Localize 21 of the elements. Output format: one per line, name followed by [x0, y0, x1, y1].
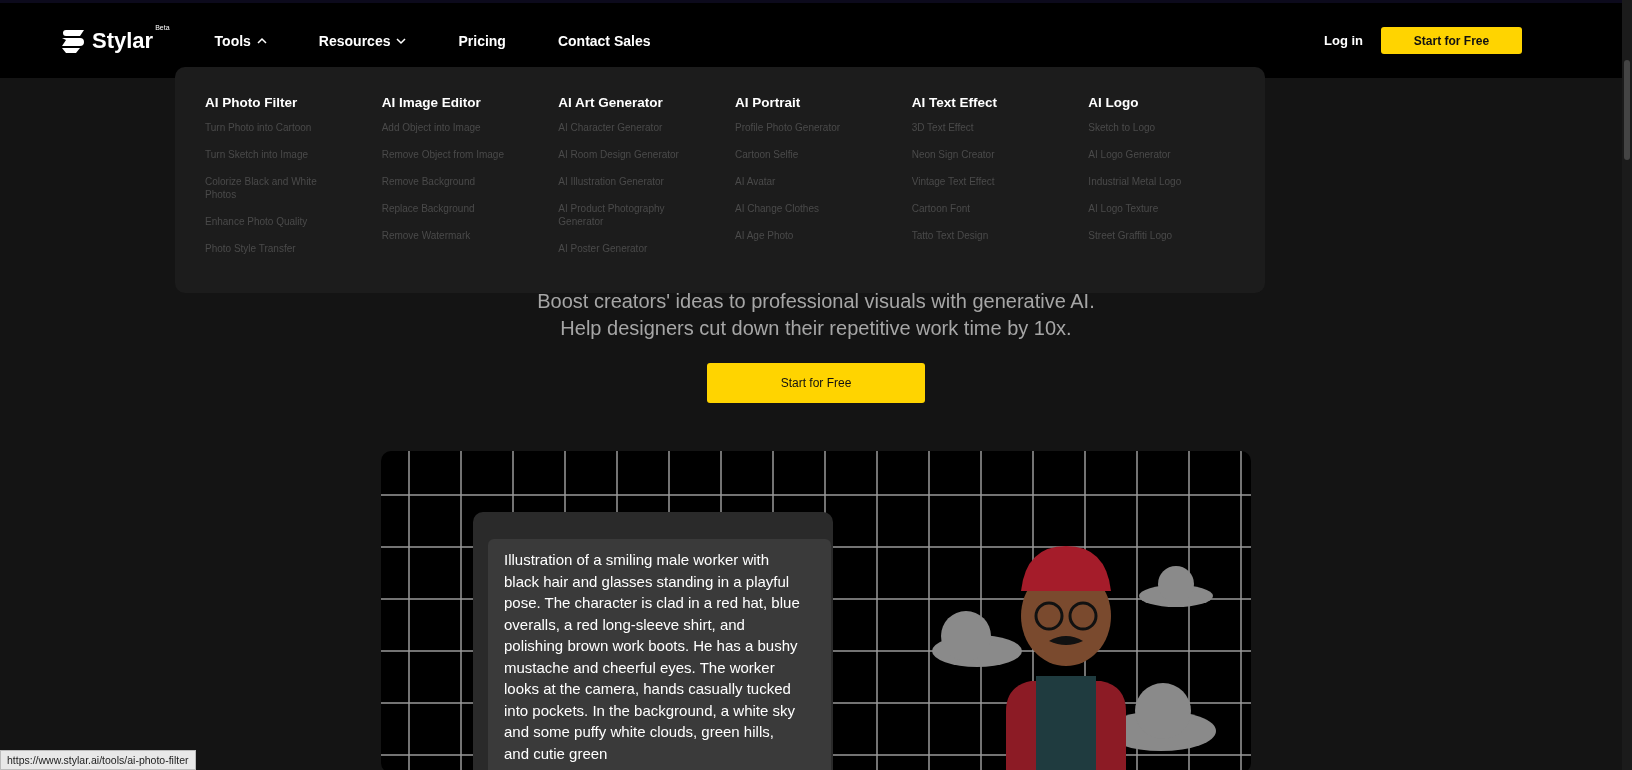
menu-heading[interactable]: AI Image Editor: [381, 95, 559, 110]
logo-text[interactable]: Stylar: [92, 27, 154, 54]
nav-link[interactable]: Tools: [214, 32, 267, 49]
menu-heading[interactable]: AI Photo Filter: [205, 95, 382, 110]
scrollbar[interactable]: [1622, 0, 1632, 770]
logo-icon[interactable]: [60, 27, 86, 54]
menu-heading[interactable]: AI Portrait: [735, 95, 912, 110]
start-button[interactable]: Start for Free: [707, 363, 925, 403]
nav-link[interactable]: Resources: [318, 32, 407, 49]
nav-link[interactable]: Contact Sales: [557, 32, 651, 49]
prompt-text: Illustration of a smiling male worker with black hair and glasses standing in a playful pose. The character is clad in a red hat, blue overalls, a red long-sleeve shirt, and polishing brown work boots. He has a bushy mustache and cheerful eyes. The worker looks at the camera, hands casually tucked into pockets. In the background, a white sky and some puffy white clouds, green hills, and cutie green: [488, 539, 831, 770]
status-url: https://www.stylar.ai/tools/ai-photo-filter: [0, 750, 196, 770]
menu-heading[interactable]: AI Logo: [1088, 95, 1266, 110]
menu-heading[interactable]: AI Text Effect: [911, 95, 1089, 110]
scrollbar-thumb[interactable]: [1624, 60, 1630, 160]
login-link[interactable]: Log in: [1324, 33, 1363, 48]
start-button[interactable]: Start for Free: [1381, 27, 1522, 54]
nav-link[interactable]: Pricing: [458, 32, 506, 49]
menu-heading[interactable]: AI Art Generator: [558, 95, 735, 110]
hero-subtitle: Help designers cut down their repetitive work time by 10x.: [560, 316, 1072, 341]
hero-subtitle: Boost creators' ideas to professional visuals with generative AI.: [537, 289, 1095, 314]
